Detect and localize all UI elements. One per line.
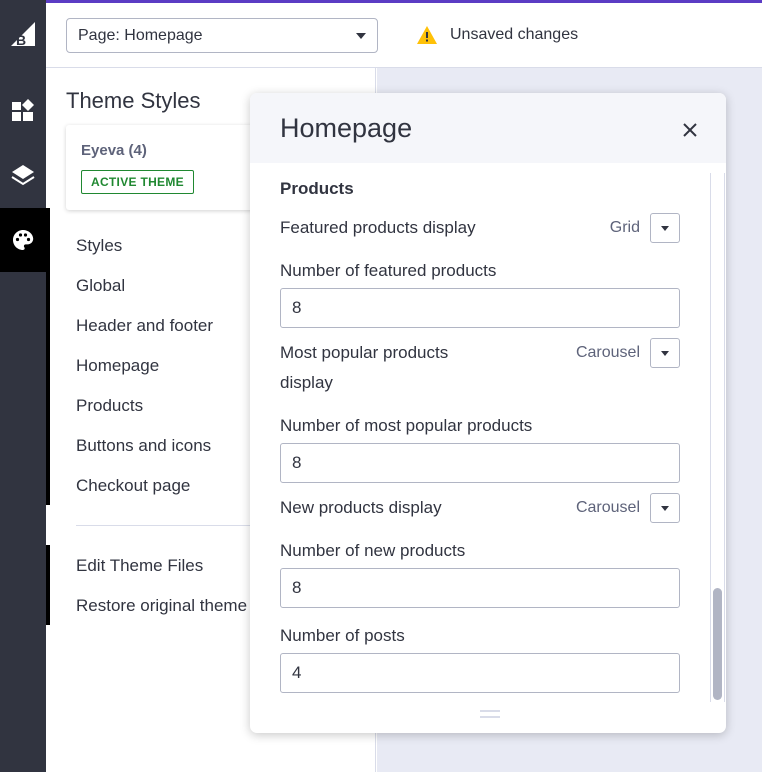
- resize-handle[interactable]: [480, 710, 500, 718]
- nav-item-buttons-icons[interactable]: Buttons and icons: [76, 436, 211, 456]
- top-header: Page: Homepage Unsaved changes: [46, 3, 762, 68]
- new-count-label: Number of new products: [280, 541, 466, 560]
- warning-icon: [417, 26, 437, 44]
- featured-count-input[interactable]: [280, 288, 680, 328]
- svg-text:B: B: [16, 32, 26, 48]
- close-icon: [683, 123, 697, 137]
- nav-edge-indicator: [46, 208, 50, 505]
- layers-icon: [11, 165, 35, 186]
- new-count-input[interactable]: [280, 568, 680, 608]
- palette-icon: [13, 230, 34, 250]
- popular-display-value: Carousel: [575, 344, 640, 361]
- chevron-down-icon: [661, 225, 669, 231]
- unsaved-text: Unsaved changes: [450, 26, 579, 43]
- section-title-products: Products: [280, 179, 354, 198]
- popular-display-label-line2: display: [280, 373, 333, 392]
- theme-styles-button[interactable]: [0, 208, 46, 272]
- popular-count-label: Number of most popular products: [280, 416, 533, 435]
- new-display-value: Carousel: [575, 499, 640, 516]
- nav-item-header-footer[interactable]: Header and footer: [76, 316, 213, 336]
- chevron-down-icon: [661, 505, 669, 511]
- chevron-down-icon: [661, 350, 669, 356]
- modal-title: Homepage: [280, 113, 413, 143]
- nav-item-styles[interactable]: Styles: [76, 236, 122, 256]
- new-display-select[interactable]: [650, 493, 680, 523]
- nav-edge-indicator-footer: [46, 545, 50, 625]
- nav-item-checkout-page[interactable]: Checkout page: [76, 476, 190, 496]
- unsaved-status: Unsaved changes: [416, 25, 578, 45]
- nav-item-global[interactable]: Global: [76, 276, 125, 296]
- edit-theme-files-link[interactable]: Edit Theme Files: [76, 556, 203, 576]
- page-builder-button[interactable]: [0, 78, 46, 142]
- bigcommerce-logo-icon: B: [11, 22, 35, 48]
- theme-name: Eyeva (4): [81, 142, 147, 159]
- homepage-settings-modal: Homepage Products Featured products disp…: [250, 93, 726, 733]
- popular-count-input[interactable]: [280, 443, 680, 483]
- popular-display-select[interactable]: [650, 338, 680, 368]
- page-select[interactable]: Page: Homepage: [66, 18, 378, 53]
- posts-count-label: Number of posts: [280, 626, 405, 645]
- page-select-value: Page: Homepage: [78, 26, 203, 44]
- featured-display-value: Grid: [609, 219, 640, 236]
- popular-display-label-line1: Most popular products: [280, 343, 449, 362]
- layers-button[interactable]: [0, 143, 46, 207]
- featured-count-label: Number of featured products: [280, 261, 497, 280]
- close-button[interactable]: [678, 118, 702, 142]
- featured-display-select[interactable]: [650, 213, 680, 243]
- left-rail: B: [0, 0, 46, 772]
- new-display-label: New products display: [280, 498, 442, 517]
- scrollbar-thumb[interactable]: [713, 588, 722, 700]
- grip-line: [480, 716, 500, 718]
- featured-display-label: Featured products display: [280, 218, 476, 237]
- page-builder-icon: [12, 99, 34, 121]
- posts-count-input[interactable]: [280, 653, 680, 693]
- grip-line: [480, 710, 500, 712]
- modal-header: Homepage: [250, 93, 726, 163]
- nav-item-homepage[interactable]: Homepage: [76, 356, 159, 376]
- active-theme-badge: ACTIVE THEME: [81, 170, 194, 194]
- panel-title: Theme Styles: [66, 88, 201, 113]
- bigcommerce-logo[interactable]: B: [0, 8, 46, 60]
- nav-item-products[interactable]: Products: [76, 396, 143, 416]
- chevron-down-icon: [356, 32, 366, 39]
